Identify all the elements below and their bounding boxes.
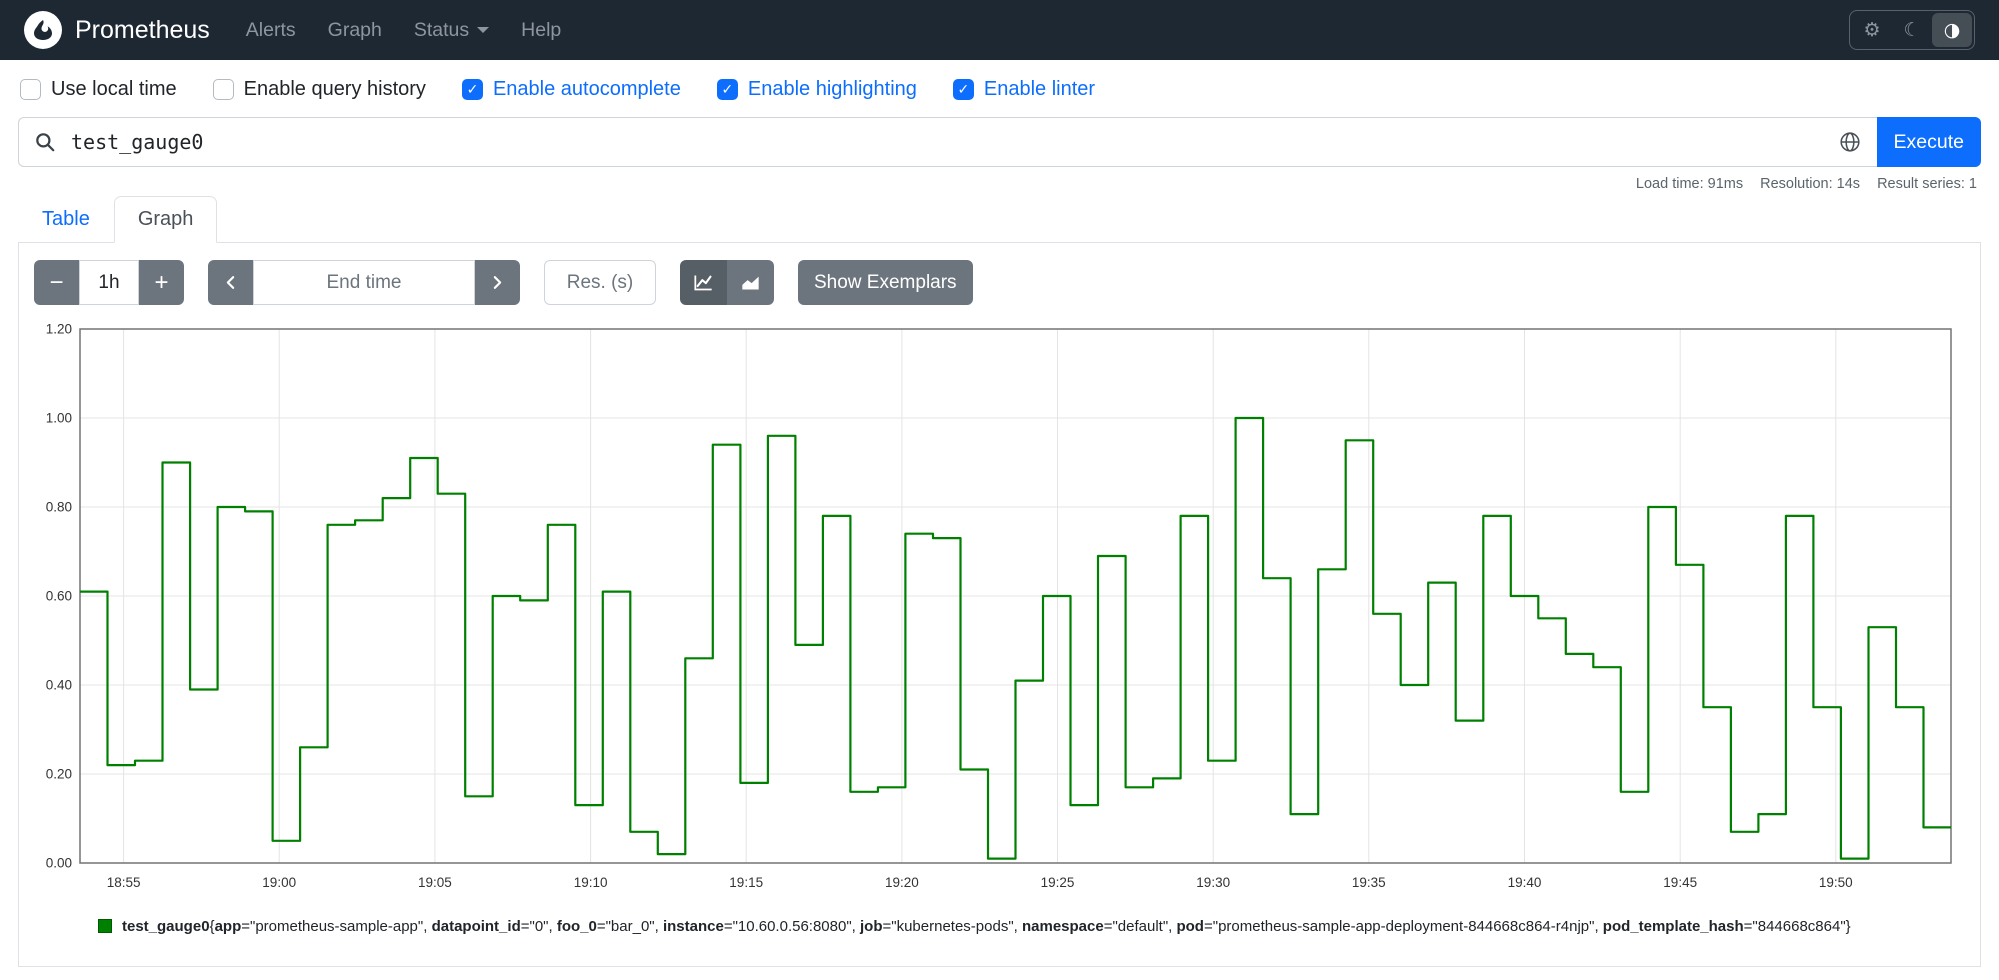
end-time-control-group	[208, 260, 520, 305]
chevron-right-icon	[493, 276, 502, 289]
show-exemplars-button[interactable]: Show Exemplars	[798, 260, 973, 305]
svg-text:0.00: 0.00	[46, 856, 72, 871]
svg-text:0.20: 0.20	[46, 767, 72, 782]
svg-text:1.00: 1.00	[46, 411, 72, 426]
stacked-chart-toggle-button[interactable]	[727, 260, 774, 305]
check-icon: ✓	[466, 81, 479, 98]
checkbox-icon	[212, 79, 234, 100]
checkbox-label: Enable autocomplete	[492, 78, 681, 100]
navbar: Prometheus Alerts Graph Status Help ⚙ ☾ …	[0, 0, 1999, 60]
nav-item-status-label: Status	[413, 18, 470, 41]
chevron-left-icon	[226, 276, 235, 289]
checkbox-label: Use local time	[51, 78, 177, 100]
auto-theme-half-circle-icon[interactable]: ◑	[1932, 13, 1972, 47]
tab-table[interactable]: Table	[18, 196, 114, 243]
checkbox-label: Enable highlighting	[747, 78, 917, 100]
enable-autocomplete-checkbox[interactable]: ✓ Enable autocomplete	[461, 78, 681, 101]
result-series-stat: Result series: 1	[1877, 176, 1977, 192]
svg-text:19:00: 19:00	[262, 875, 296, 890]
query-bar: Execute	[18, 117, 1981, 167]
metric-graph[interactable]: 0.00 0.20 0.40 0.60 0.80 1.00 1.20 18:55 19:00 19…	[34, 319, 1965, 899]
checkbox-icon	[20, 79, 41, 100]
svg-text:0.60: 0.60	[46, 589, 72, 604]
load-time-stat: Load time: 91ms	[1635, 176, 1744, 192]
svg-text:18:55: 18:55	[107, 875, 141, 890]
svg-text:19:10: 19:10	[574, 875, 608, 890]
range-control-group: − +	[34, 260, 184, 305]
main-nav: Alerts Graph Status Help	[246, 19, 561, 42]
gear-icon[interactable]: ⚙	[1852, 13, 1892, 47]
range-input[interactable]	[79, 260, 139, 305]
svg-text:0.40: 0.40	[46, 678, 72, 693]
query-expression-input[interactable]	[71, 118, 1823, 166]
chart-area: 0.00 0.20 0.40 0.60 0.80 1.00 1.20 18:55 19:00 19…	[34, 319, 1965, 904]
svg-text:19:50: 19:50	[1819, 875, 1853, 890]
query-input-group	[18, 117, 1877, 167]
query-stats: Load time: 91ms Resolution: 14s Result s…	[0, 167, 1999, 192]
increase-range-button[interactable]: +	[139, 260, 184, 305]
panel-tabs: Table Graph	[18, 196, 1981, 243]
check-icon: ✓	[721, 81, 734, 98]
svg-text:19:40: 19:40	[1508, 875, 1542, 890]
execute-button[interactable]: Execute	[1876, 117, 1981, 167]
nav-item-help[interactable]: Help	[521, 19, 561, 42]
options-row: Use local time Enable query history ✓ En…	[0, 60, 1999, 105]
moon-icon[interactable]: ☾	[1892, 13, 1932, 47]
navbar-right: ⚙ ☾ ◑	[1849, 10, 1975, 50]
nav-item-status[interactable]: Status	[413, 18, 490, 42]
brand[interactable]: Prometheus	[24, 11, 210, 49]
svg-text:19:20: 19:20	[885, 875, 919, 890]
enable-highlighting-checkbox[interactable]: ✓ Enable highlighting	[716, 78, 917, 101]
svg-text:19:05: 19:05	[418, 875, 452, 890]
search-icon	[19, 131, 71, 153]
checkbox-checked-icon: ✓	[952, 79, 974, 100]
shift-time-forward-button[interactable]	[475, 260, 520, 305]
check-icon: ✓	[957, 81, 970, 98]
resolution-input[interactable]	[544, 260, 656, 305]
graph-controls: − +	[34, 260, 1965, 305]
stacked-area-icon	[742, 276, 759, 290]
resolution-stat: Resolution: 14s	[1760, 176, 1861, 192]
series-color-swatch	[98, 919, 112, 933]
app-title: Prometheus	[75, 15, 210, 44]
metrics-explorer-globe-icon[interactable]	[1823, 118, 1877, 166]
prometheus-logo-icon	[24, 11, 62, 49]
svg-text:19:35: 19:35	[1352, 875, 1386, 890]
checkbox-label: Enable linter	[983, 78, 1096, 100]
minus-icon: −	[49, 268, 64, 296]
svg-text:19:15: 19:15	[729, 875, 763, 890]
svg-text:19:30: 19:30	[1196, 875, 1230, 890]
line-chart-toggle-button[interactable]	[680, 260, 727, 305]
svg-text:1.20: 1.20	[46, 322, 72, 337]
nav-item-alerts[interactable]: Alerts	[246, 19, 296, 42]
end-time-input[interactable]	[253, 260, 475, 305]
shift-time-back-button[interactable]	[208, 260, 253, 305]
plus-icon: +	[154, 268, 169, 296]
series-label: test_gauge0{app="prometheus-sample-app",…	[122, 918, 1851, 935]
chart-type-toggle-group	[680, 260, 774, 305]
chevron-down-icon	[477, 26, 490, 33]
checkbox-checked-icon: ✓	[461, 79, 483, 100]
checkbox-label: Enable query history	[243, 78, 426, 100]
svg-text:19:45: 19:45	[1663, 875, 1697, 890]
graph-panel: − +	[18, 243, 1981, 967]
chart-legend[interactable]: test_gauge0{app="prometheus-sample-app",…	[98, 916, 1965, 966]
tab-graph[interactable]: Graph	[113, 196, 218, 243]
line-chart-icon	[694, 275, 712, 291]
svg-text:0.80: 0.80	[46, 500, 72, 515]
theme-toggle-group: ⚙ ☾ ◑	[1849, 10, 1975, 50]
enable-query-history-checkbox[interactable]: Enable query history	[212, 78, 426, 101]
enable-linter-checkbox[interactable]: ✓ Enable linter	[952, 78, 1096, 101]
checkbox-checked-icon: ✓	[716, 79, 738, 100]
use-local-time-checkbox[interactable]: Use local time	[20, 78, 177, 101]
svg-text:19:25: 19:25	[1041, 875, 1075, 890]
decrease-range-button[interactable]: −	[34, 260, 79, 305]
nav-item-graph[interactable]: Graph	[328, 19, 382, 42]
